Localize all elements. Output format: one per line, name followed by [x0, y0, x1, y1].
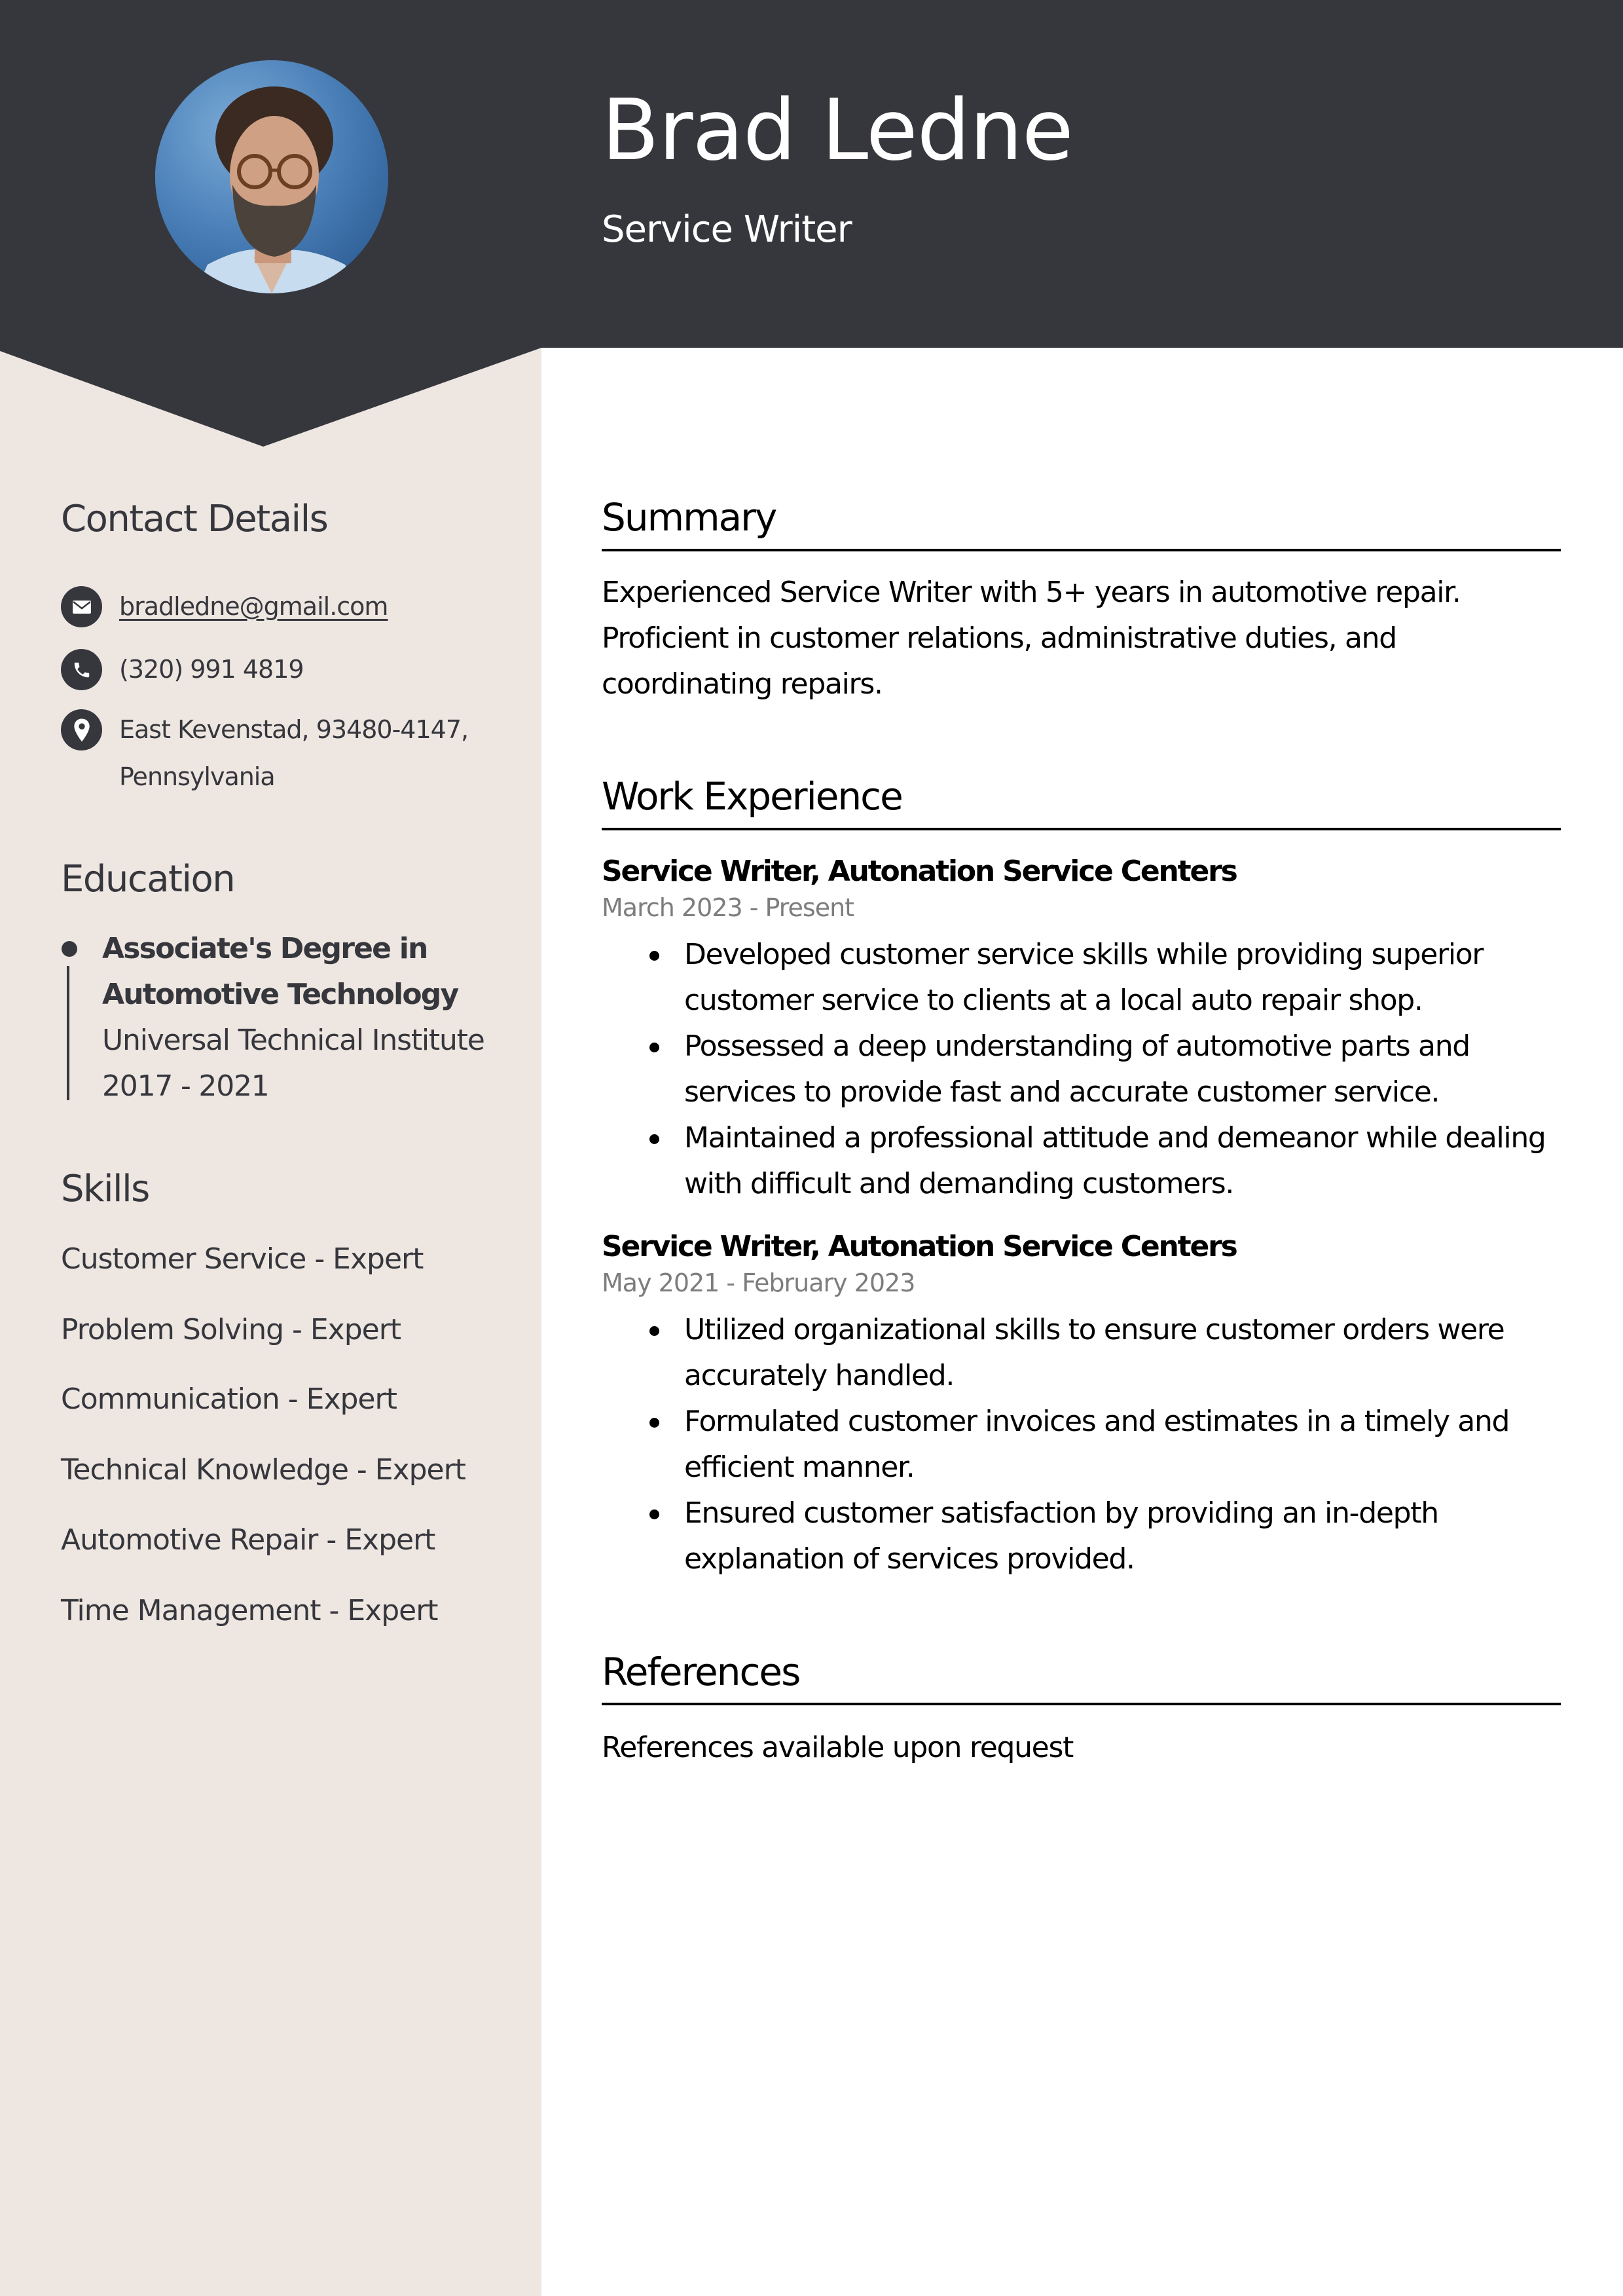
job-title: Service Writer, Autonation Service Cente… [602, 855, 1238, 888]
profile-photo [155, 60, 388, 293]
job-dates: May 2021 - February 2023 [602, 1268, 915, 1297]
job-dates: March 2023 - Present [602, 893, 854, 922]
portrait-illustration [155, 60, 388, 293]
timeline-line [67, 966, 69, 1100]
references-text: References available upon request [602, 1731, 1074, 1764]
phone-number: (320) 991 4819 [119, 655, 304, 684]
skill-item: Customer Service - Expert [61, 1242, 424, 1276]
address-line-1: East Kevenstad, 93480-4147, [119, 715, 469, 744]
skill-item: Problem Solving - Expert [61, 1313, 401, 1346]
job-bullet: Ensured customer satisfaction by providi… [602, 1491, 1564, 1582]
education-heading: Education [61, 858, 236, 900]
candidate-title: Service Writer [602, 208, 852, 251]
degree-line-1: Associate's Degree in [102, 932, 428, 965]
contact-address: East Kevenstad, 93480-4147, Pennsylvania [61, 706, 469, 800]
email-link[interactable]: bradledne@gmail.com [119, 583, 388, 630]
job-bullets: Utilized organizational skills to ensure… [602, 1307, 1564, 1582]
references-divider [602, 1703, 1561, 1705]
education-years: 2017 - 2021 [102, 1069, 270, 1103]
envelope-icon [61, 586, 102, 627]
job-bullet: Formulated customer invoices and estimat… [602, 1399, 1564, 1491]
degree-line-2: Automotive Technology [102, 978, 459, 1011]
address-line-2: Pennsylvania [119, 762, 276, 791]
contact-heading: Contact Details [61, 498, 329, 540]
job-bullet: Maintained a professional attitude and d… [602, 1115, 1564, 1207]
education-item: Associate's Degree in Automotive Technol… [102, 926, 485, 1109]
skill-item: Automotive Repair - Expert [61, 1523, 435, 1557]
summary-text: Experienced Service Writer with 5+ years… [602, 576, 1461, 701]
references-heading: References [602, 1650, 801, 1694]
job-bullets: Developed customer service skills while … [602, 932, 1564, 1207]
skill-item: Time Management - Expert [61, 1594, 439, 1627]
job-bullet: Utilized organizational skills to ensure… [602, 1307, 1564, 1399]
address-text: East Kevenstad, 93480-4147, Pennsylvania [119, 706, 469, 800]
map-pin-icon [61, 709, 102, 750]
summary-heading: Summary [602, 495, 777, 540]
summary-divider [602, 549, 1561, 551]
experience-divider [602, 828, 1561, 830]
job-bullet: Developed customer service skills while … [602, 932, 1564, 1024]
institution: Universal Technical Institute [102, 1024, 485, 1057]
skill-item: Technical Knowledge - Expert [61, 1453, 466, 1487]
job-bullet: Possessed a deep understanding of automo… [602, 1024, 1564, 1115]
skills-heading: Skills [61, 1168, 150, 1210]
experience-heading: Work Experience [602, 774, 903, 819]
contact-phone: (320) 991 4819 [61, 649, 304, 693]
candidate-name: Brad Ledne [602, 82, 1074, 179]
phone-icon [61, 649, 102, 690]
timeline-dot [62, 941, 77, 957]
contact-email[interactable]: bradledne@gmail.com [61, 586, 388, 630]
job-title: Service Writer, Autonation Service Cente… [602, 1230, 1238, 1263]
skill-item: Communication - Expert [61, 1382, 397, 1416]
